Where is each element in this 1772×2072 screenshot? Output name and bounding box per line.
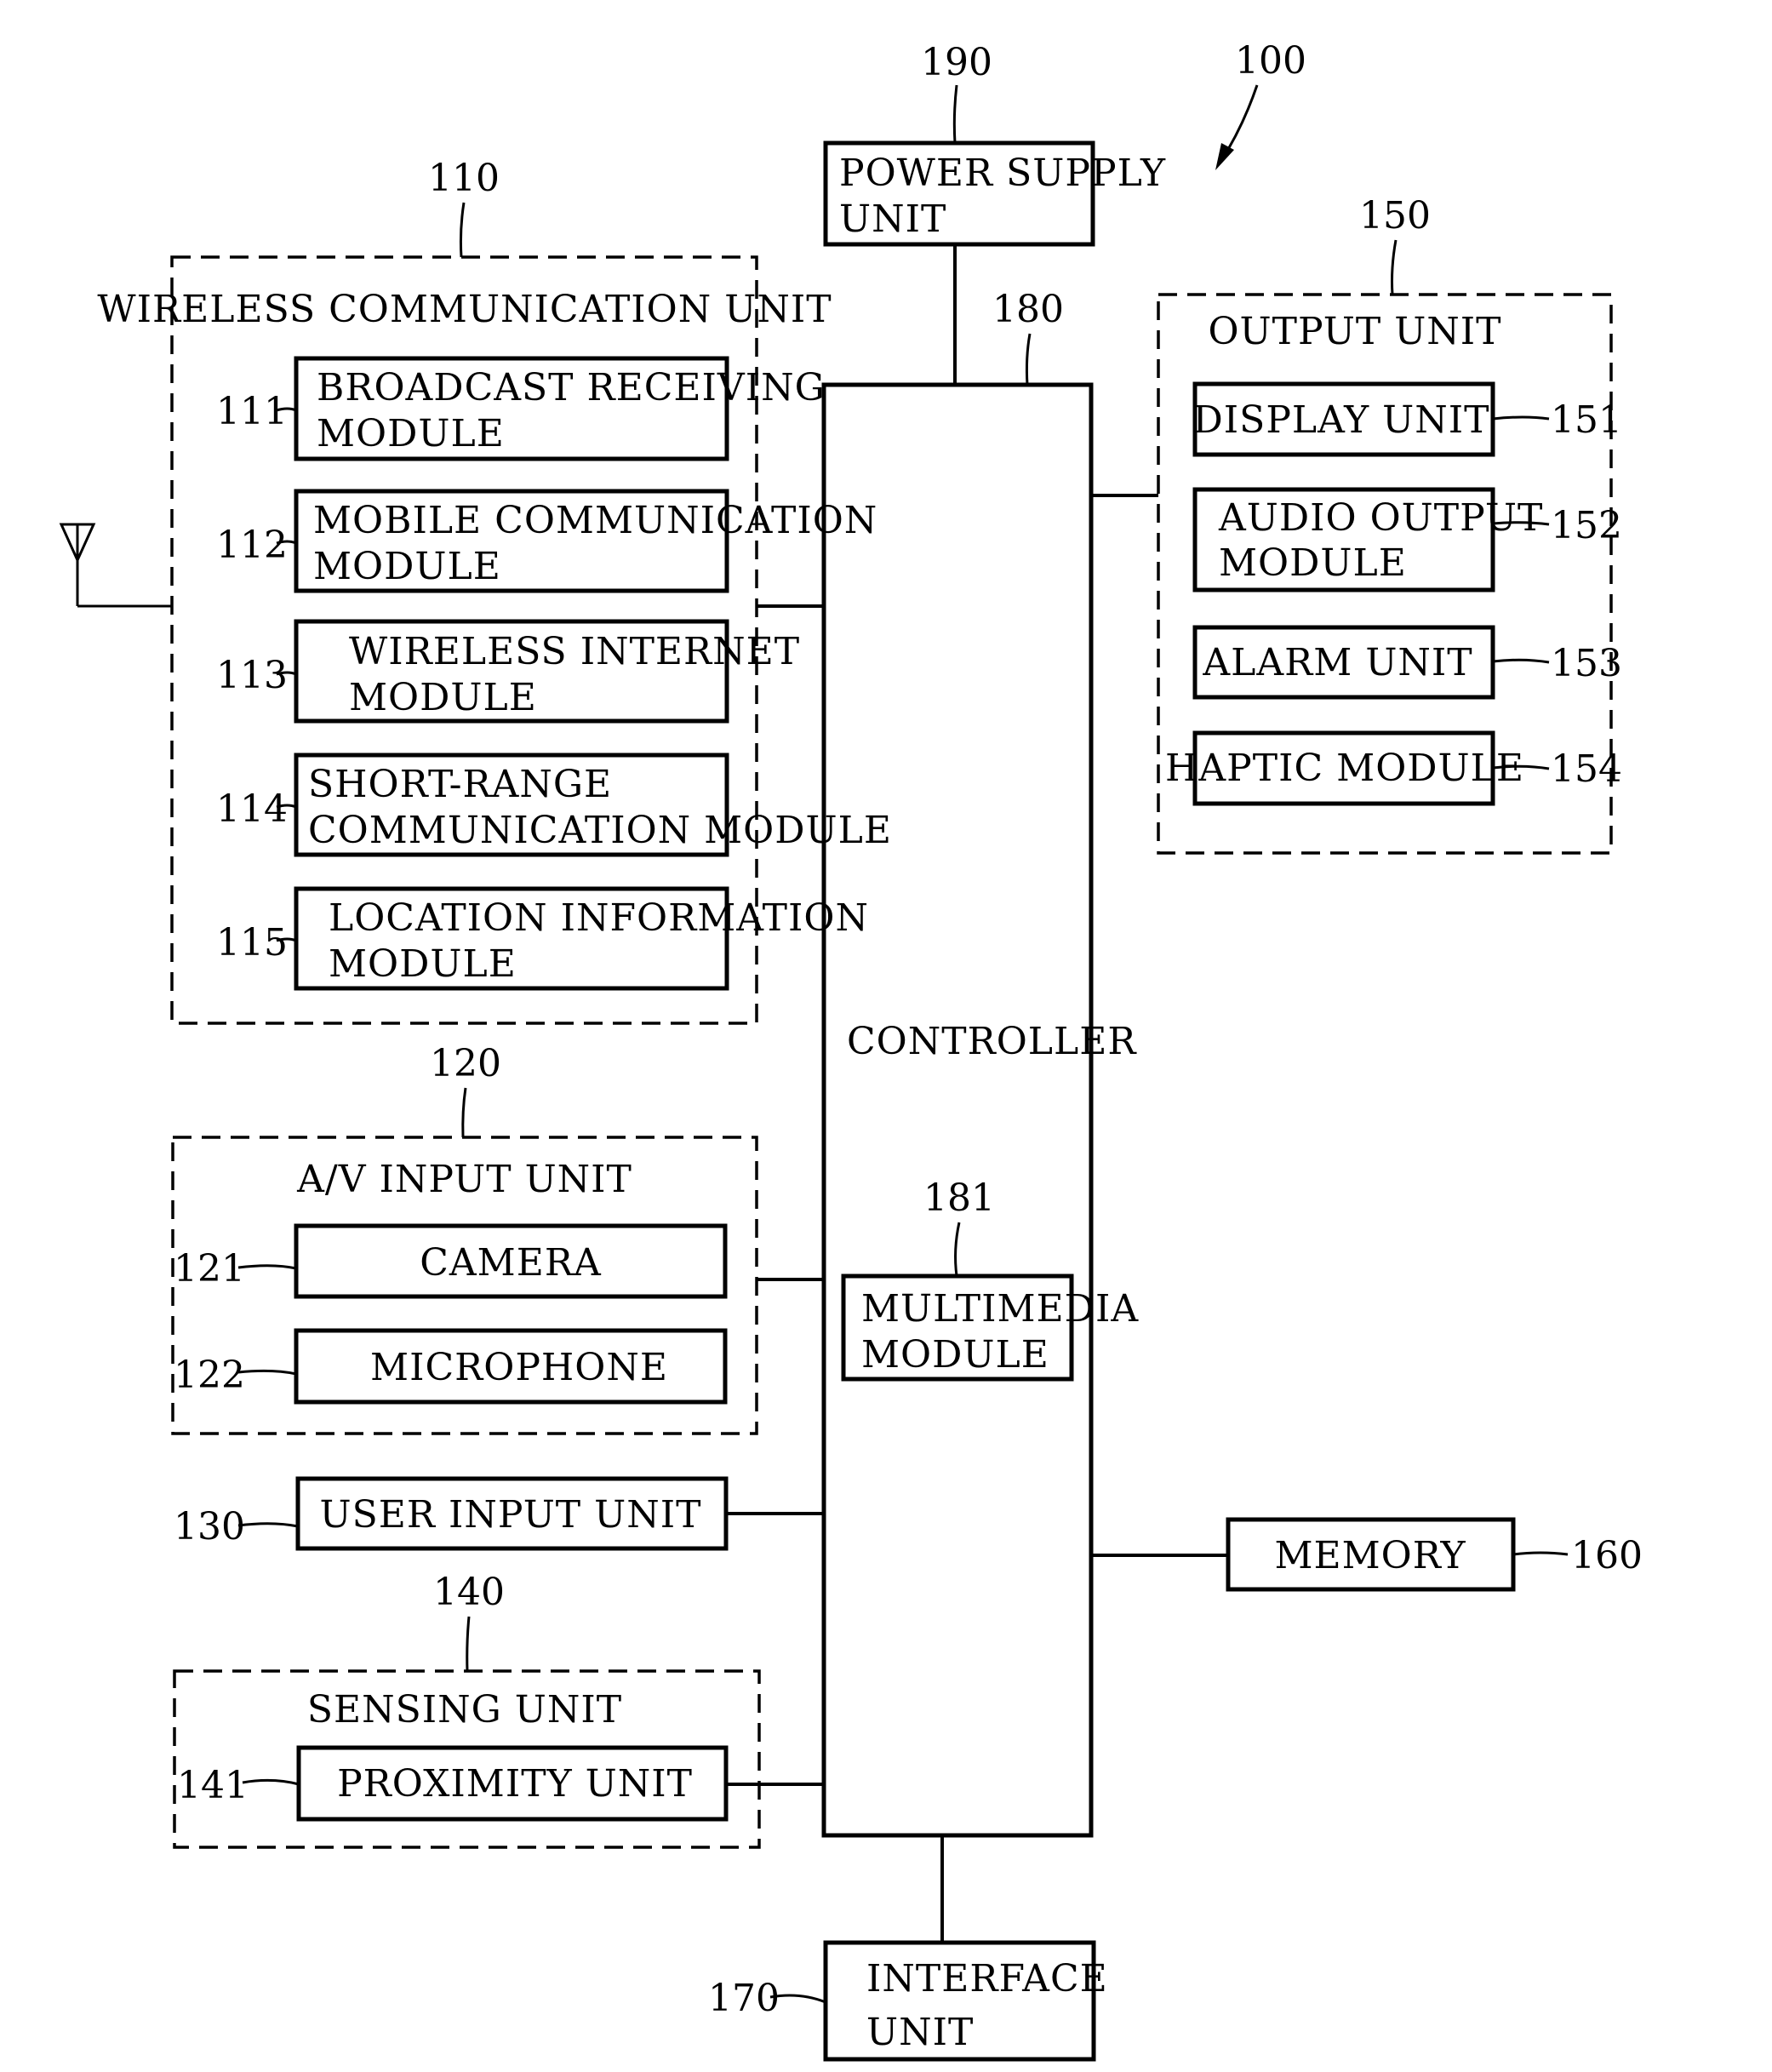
output-title: OUTPUT UNIT bbox=[1208, 310, 1501, 353]
power-supply-label-line1: POWER SUPPLY bbox=[839, 152, 1166, 195]
module-115: 115 LOCATION INFORMATION MODULE bbox=[216, 886, 869, 991]
memory-label: MEMORY bbox=[1274, 1534, 1466, 1577]
user-input-unit: 130 USER INPUT UNIT bbox=[174, 1476, 729, 1551]
ref-152: 152 bbox=[1551, 504, 1622, 547]
module-152: AUDIO OUTPUT MODULE 152 bbox=[1192, 487, 1622, 592]
display-unit-label: DISPLAY UNIT bbox=[1193, 398, 1490, 442]
module-111-line1: BROADCAST RECEIVING bbox=[317, 366, 826, 409]
arrowhead-icon bbox=[1215, 143, 1234, 170]
microphone-label: MICROPHONE bbox=[370, 1346, 668, 1389]
ref-130: 130 bbox=[174, 1505, 245, 1548]
av-input-title: A/V INPUT UNIT bbox=[296, 1158, 632, 1201]
ref-190: 190 bbox=[921, 41, 992, 84]
figure-ref-100: 100 bbox=[1215, 39, 1306, 170]
output-unit: 150 OUTPUT UNIT DISPLAY UNIT 151 AUDIO O… bbox=[1157, 194, 1622, 855]
ref-140: 140 bbox=[433, 1571, 505, 1614]
ref-180: 180 bbox=[992, 288, 1064, 331]
ref-115: 115 bbox=[216, 921, 288, 964]
controller-label: CONTROLLER bbox=[847, 1020, 1137, 1063]
audio-output-label-line1: AUDIO OUTPUT bbox=[1218, 496, 1543, 540]
multimedia-label-line2: MODULE bbox=[861, 1333, 1049, 1377]
ref-181: 181 bbox=[923, 1176, 995, 1220]
ref-151: 151 bbox=[1551, 398, 1622, 442]
ref-113: 113 bbox=[216, 654, 288, 697]
module-112-line2: MODULE bbox=[313, 545, 501, 588]
leader-160 bbox=[1512, 1551, 1569, 1556]
leader-130 bbox=[237, 1522, 299, 1528]
module-151: DISPLAY UNIT 151 bbox=[1192, 381, 1622, 457]
module-111: 111 BROADCAST RECEIVING MODULE bbox=[216, 356, 826, 461]
module-154: HAPTIC MODULE 154 bbox=[1165, 730, 1622, 806]
module-114: 114 SHORT-RANGE COMMUNICATION MODULE bbox=[216, 753, 892, 857]
ref-121: 121 bbox=[174, 1247, 245, 1291]
ref-120: 120 bbox=[430, 1042, 501, 1085]
module-114-line1: SHORT-RANGE bbox=[308, 763, 612, 806]
module-153: ALARM UNIT 153 bbox=[1192, 625, 1622, 700]
block-diagram: 100 190 POWER SUPPLY UNIT 180 CONTROLLER… bbox=[59, 39, 1643, 2062]
sensing-title: SENSING UNIT bbox=[307, 1688, 622, 1731]
ref-150: 150 bbox=[1359, 194, 1431, 238]
module-113-line2: MODULE bbox=[349, 676, 537, 719]
module-115-line1: LOCATION INFORMATION bbox=[329, 896, 869, 940]
leader-140 bbox=[466, 1616, 471, 1672]
haptic-module-label: HAPTIC MODULE bbox=[1165, 747, 1524, 790]
leader-120 bbox=[461, 1087, 467, 1138]
leader-180 bbox=[1025, 333, 1032, 386]
wireless-communication-unit: 110 WIRELESS COMMUNICATION UNIT 111 BROA… bbox=[97, 157, 892, 1025]
sensing-unit: 140 SENSING UNIT 141 PROXIMITY UNIT bbox=[173, 1571, 761, 1849]
proximity-unit-label: PROXIMITY UNIT bbox=[337, 1762, 693, 1806]
ref-153: 153 bbox=[1551, 642, 1622, 685]
ref-154: 154 bbox=[1551, 747, 1622, 791]
module-113-line1: WIRELESS INTERNET bbox=[349, 630, 800, 673]
interface-unit: 170 INTERFACE UNIT bbox=[708, 1940, 1108, 2062]
leader-122 bbox=[237, 1369, 297, 1376]
power-supply-unit: 190 POWER SUPPLY UNIT bbox=[823, 41, 1166, 247]
module-115-line2: MODULE bbox=[329, 942, 517, 986]
power-supply-label-line2: UNIT bbox=[839, 197, 946, 241]
memory: MEMORY 160 bbox=[1226, 1517, 1643, 1592]
leader-190 bbox=[952, 84, 958, 144]
ref-170: 170 bbox=[708, 1977, 780, 2020]
module-114-line2: COMMUNICATION MODULE bbox=[308, 809, 892, 852]
wireless-unit-title: WIRELESS COMMUNICATION UNIT bbox=[97, 288, 832, 331]
controller-box bbox=[821, 382, 1094, 1838]
leader-151 bbox=[1492, 415, 1550, 421]
module-112-line1: MOBILE COMMUNICATION bbox=[313, 499, 877, 542]
leader-153 bbox=[1492, 658, 1550, 664]
module-112: 112 MOBILE COMMUNICATION MODULE bbox=[216, 489, 877, 593]
camera-label: CAMERA bbox=[420, 1241, 602, 1285]
leader-150 bbox=[1391, 239, 1398, 295]
leader-121 bbox=[237, 1264, 297, 1270]
leader-110 bbox=[459, 202, 466, 258]
ref-114: 114 bbox=[216, 787, 288, 831]
ref-141: 141 bbox=[177, 1764, 249, 1807]
ref-110: 110 bbox=[428, 157, 500, 200]
ref-111: 111 bbox=[216, 390, 288, 433]
alarm-unit-label: ALARM UNIT bbox=[1202, 641, 1472, 684]
multimedia-label-line1: MULTIMEDIA bbox=[861, 1287, 1139, 1331]
audio-output-label-line2: MODULE bbox=[1219, 541, 1407, 585]
ref-160: 160 bbox=[1571, 1534, 1643, 1577]
module-113: 113 WIRELESS INTERNET MODULE bbox=[216, 619, 800, 724]
module-111-line2: MODULE bbox=[317, 412, 505, 455]
av-input-unit: 120 A/V INPUT UNIT 121 CAMERA 122 MICROP… bbox=[171, 1042, 758, 1435]
interface-label-line1: INTERFACE bbox=[866, 1957, 1108, 2000]
leader-141 bbox=[242, 1778, 300, 1786]
ref-112: 112 bbox=[216, 524, 288, 567]
antenna-icon bbox=[59, 523, 172, 608]
interface-label-line2: UNIT bbox=[866, 2011, 974, 2054]
user-input-label: USER INPUT UNIT bbox=[320, 1493, 702, 1537]
figure-ref-label: 100 bbox=[1235, 39, 1306, 83]
ref-122: 122 bbox=[174, 1354, 245, 1397]
